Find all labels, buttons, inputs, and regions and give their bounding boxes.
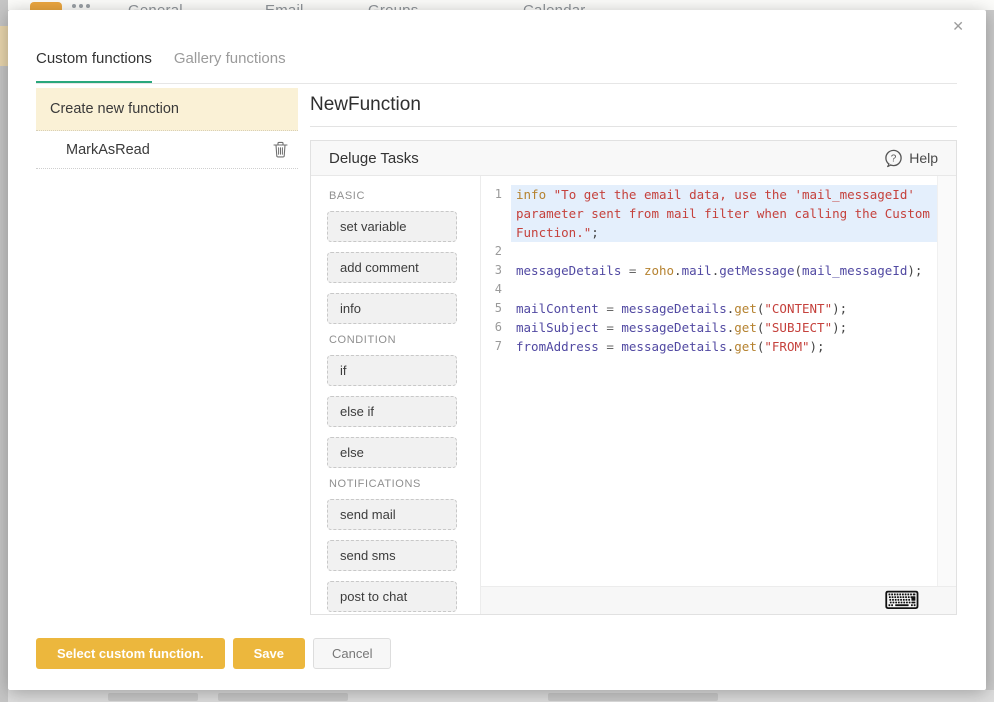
- functions-sidebar: Create new function MarkAsRead: [36, 88, 298, 169]
- line-number: [481, 223, 511, 242]
- line-number: 4: [481, 280, 511, 299]
- editor-footer: ⌨: [481, 586, 956, 614]
- code-text: [511, 242, 937, 261]
- create-new-function-button[interactable]: Create new function: [36, 88, 298, 131]
- tab-gallery-functions[interactable]: Gallery functions: [174, 50, 286, 84]
- title-divider: [310, 126, 957, 127]
- line-number: 3: [481, 261, 511, 280]
- custom-functions-dialog: ✕ Custom functions Gallery functions Crea…: [8, 10, 986, 690]
- background-fragment: [108, 693, 198, 701]
- task-button-add-comment[interactable]: add comment: [327, 252, 457, 283]
- keyboard-shortcuts-icon[interactable]: ⌨: [884, 588, 920, 614]
- code-text: [511, 280, 937, 299]
- dialog-tabs: Custom functions Gallery functions: [36, 50, 308, 84]
- code-line: 6mailSubject = messageDetails.get("SUBJE…: [481, 318, 937, 337]
- task-button-send-mail[interactable]: send mail: [327, 499, 457, 530]
- line-number: 6: [481, 318, 511, 337]
- select-custom-function-button[interactable]: Select custom function.: [36, 638, 225, 669]
- code-text: mailContent = messageDetails.get("CONTEN…: [511, 299, 937, 318]
- task-button-else[interactable]: else: [327, 437, 457, 468]
- code-text: parameter sent from mail filter when cal…: [511, 204, 937, 223]
- background-fragment: [548, 693, 718, 701]
- task-button-else-if[interactable]: else if: [327, 396, 457, 427]
- code-text: fromAddress = messageDetails.get("FROM")…: [511, 337, 937, 356]
- background-nav-general: General: [128, 2, 183, 10]
- code-line: 4: [481, 280, 937, 299]
- svg-text:?: ?: [891, 153, 897, 164]
- background-nav-calendar: Calendar: [523, 2, 585, 10]
- background-nav-email: Email: [265, 2, 304, 10]
- help-label: Help: [909, 150, 938, 166]
- line-number: 2: [481, 242, 511, 261]
- deluge-tasks-header: Deluge Tasks ? Help: [311, 141, 956, 176]
- task-group-condition: CONDITION if else if else: [311, 334, 480, 468]
- background-left-strip: [0, 0, 8, 702]
- code-line: 2: [481, 242, 937, 261]
- tab-custom-functions[interactable]: Custom functions: [36, 50, 152, 84]
- code-line: 1info "To get the email data, use the 'm…: [481, 185, 937, 204]
- save-button[interactable]: Save: [233, 638, 305, 669]
- task-group-heading: BASIC: [311, 190, 480, 202]
- task-group-notifications: NOTIFICATIONS send mail send sms post to ch…: [311, 478, 480, 612]
- app-logo-icon: [30, 2, 62, 10]
- code-editor[interactable]: 1info "To get the email data, use the 'm…: [481, 176, 956, 614]
- task-button-set-variable[interactable]: set variable: [327, 211, 457, 242]
- task-button-if[interactable]: if: [327, 355, 457, 386]
- line-number: [481, 204, 511, 223]
- function-item-markasread[interactable]: MarkAsRead: [36, 131, 298, 169]
- code-text: messageDetails = zoho.mail.getMessage(ma…: [511, 261, 937, 280]
- close-icon[interactable]: ✕: [952, 19, 964, 33]
- deluge-tasks-panel: Deluge Tasks ? Help BASIC set variable add…: [310, 140, 957, 615]
- background-nav-groups: Groups: [368, 2, 418, 10]
- delete-function-icon[interactable]: [273, 141, 288, 158]
- help-question-icon: ?: [884, 149, 903, 168]
- dialog-footer: Select custom function. Save Cancel: [36, 638, 391, 669]
- code-text: mailSubject = messageDetails.get("SUBJEC…: [511, 318, 937, 337]
- background-top-nav: General Email Groups Calendar: [8, 0, 994, 10]
- line-number: 5: [481, 299, 511, 318]
- task-button-info[interactable]: info: [327, 293, 457, 324]
- background-fragment: [218, 693, 348, 701]
- help-button[interactable]: ? Help: [884, 149, 938, 168]
- task-button-send-sms[interactable]: send sms: [327, 540, 457, 571]
- code-text: Function.";: [511, 223, 937, 242]
- function-name-title[interactable]: NewFunction: [310, 94, 421, 116]
- editor-scrollbar[interactable]: [937, 176, 956, 586]
- task-group-heading: NOTIFICATIONS: [311, 478, 480, 490]
- line-number: 7: [481, 337, 511, 356]
- code-text: info "To get the email data, use the 'ma…: [511, 185, 937, 204]
- cancel-button[interactable]: Cancel: [313, 638, 391, 669]
- code-line: 5mailContent = messageDetails.get("CONTE…: [481, 299, 937, 318]
- task-group-heading: CONDITION: [311, 334, 480, 346]
- tabs-divider: [36, 83, 957, 84]
- background-bottom-strip: [8, 690, 994, 702]
- apps-grid-icon: [72, 4, 76, 8]
- background-left-accent: [0, 26, 8, 66]
- task-palette: BASIC set variable add comment info CONDITIO…: [311, 176, 481, 614]
- task-button-post-to-chat[interactable]: post to chat: [327, 581, 457, 612]
- code-line: 3messageDetails = zoho.mail.getMessage(m…: [481, 261, 937, 280]
- function-name: MarkAsRead: [66, 142, 150, 158]
- code-line: Function.";: [481, 223, 937, 242]
- code-line: parameter sent from mail filter when cal…: [481, 204, 937, 223]
- code-lines[interactable]: 1info "To get the email data, use the 'm…: [481, 176, 937, 586]
- task-group-basic: BASIC set variable add comment info: [311, 190, 480, 324]
- deluge-tasks-body: BASIC set variable add comment info CONDITIO…: [311, 176, 956, 614]
- code-line: 7fromAddress = messageDetails.get("FROM"…: [481, 337, 937, 356]
- deluge-tasks-title: Deluge Tasks: [329, 150, 419, 167]
- line-number: 1: [481, 185, 511, 204]
